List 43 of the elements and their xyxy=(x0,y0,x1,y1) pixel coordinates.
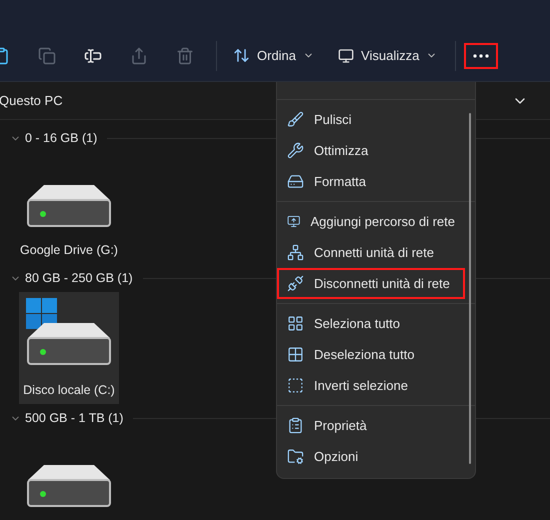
network-monitor-icon xyxy=(287,213,300,230)
drive-label: Disco locale (C:) xyxy=(23,382,115,400)
more-icon xyxy=(473,54,490,58)
sort-icon xyxy=(233,47,250,64)
menu-item[interactable]: Aggiungi percorso di rete xyxy=(277,206,465,237)
drive-icon xyxy=(287,173,304,190)
group-header[interactable]: 0 - 16 GB (1) xyxy=(25,128,98,148)
drive-tile[interactable]: Google Drive (G:) xyxy=(19,152,119,264)
wrench-icon xyxy=(287,142,304,159)
menu-item[interactable]: Pulisci xyxy=(277,104,465,135)
group-header[interactable]: 80 GB - 250 GB (1) xyxy=(25,268,133,288)
grid-icon xyxy=(287,315,304,332)
folder-settings-icon xyxy=(287,448,304,465)
dashed-square-icon xyxy=(287,377,304,394)
drive-label: Google Drive (G:) xyxy=(20,242,118,260)
menu-item[interactable]: Inverti selezione xyxy=(277,370,465,401)
more-button[interactable] xyxy=(464,42,498,68)
menu-item[interactable]: Seleziona tutto xyxy=(277,308,465,339)
menu-item[interactable]: Formatta xyxy=(277,166,465,197)
menu-item[interactable]: Connetti unità di rete xyxy=(277,237,465,268)
view-button[interactable]: Visualizza xyxy=(328,38,448,72)
drive-tile[interactable]: Disco locale (C:) xyxy=(19,292,119,404)
trash-icon xyxy=(176,46,194,64)
rename-icon xyxy=(84,46,102,64)
scrollbar[interactable] xyxy=(469,113,471,464)
menu-item[interactable]: Proprietà xyxy=(277,410,465,441)
menu-item[interactable]: Deseleziona tutto xyxy=(277,339,465,370)
menu-item[interactable]: Opzioni xyxy=(277,441,465,472)
network-icon xyxy=(287,244,304,261)
grid-outline-icon xyxy=(287,346,304,363)
monitor-icon xyxy=(338,48,354,64)
menu-item[interactable]: Ottimizza xyxy=(277,135,465,166)
unplug-icon xyxy=(287,275,304,292)
group-header[interactable]: 500 GB - 1 TB (1) xyxy=(25,408,124,428)
properties-icon xyxy=(287,417,304,434)
system-drive-icon xyxy=(26,298,112,368)
copy-icon xyxy=(38,46,56,64)
brush-icon xyxy=(287,111,304,128)
sort-button[interactable]: Ordina xyxy=(225,38,322,72)
drive-icon xyxy=(26,464,112,508)
menu-item[interactable]: Disconnetti unità di rete xyxy=(277,268,465,299)
drive-icon xyxy=(26,184,112,228)
share-icon xyxy=(130,46,148,64)
